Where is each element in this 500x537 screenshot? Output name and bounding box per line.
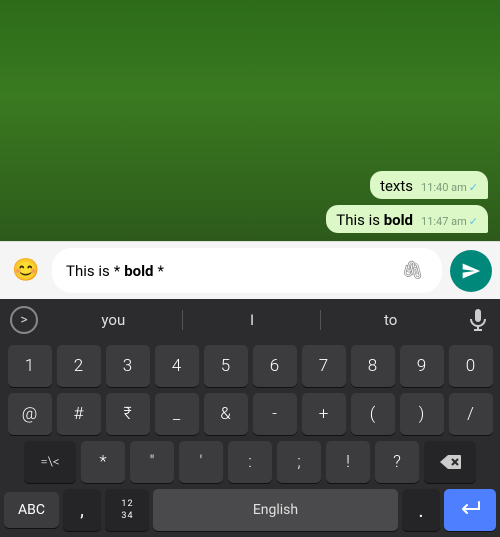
- backspace-icon: [439, 454, 461, 470]
- comma-button[interactable]: ,: [63, 489, 101, 531]
- chevron-button[interactable]: >: [4, 299, 44, 341]
- keyboard-bottom: ABC , 12 34 English .: [0, 485, 500, 537]
- key-2[interactable]: 2: [57, 345, 101, 387]
- key-7[interactable]: 7: [302, 345, 346, 387]
- key-apostrophe[interactable]: ': [179, 441, 223, 483]
- input-asterisk2: *: [158, 262, 164, 280]
- key-underscore[interactable]: _: [155, 393, 199, 435]
- emoji-button[interactable]: 😊: [8, 253, 44, 289]
- period-button[interactable]: .: [402, 489, 440, 531]
- mic-icon: [469, 309, 487, 331]
- key-9[interactable]: 9: [400, 345, 444, 387]
- abc-button[interactable]: ABC: [4, 492, 59, 528]
- chat-bubble-1: texts 11:40 am ✓: [370, 171, 488, 199]
- bubble2-text: This is bold: [336, 211, 413, 229]
- key-4[interactable]: 4: [155, 345, 199, 387]
- key-equals-backslash[interactable]: =\<: [24, 441, 76, 483]
- send-button[interactable]: [450, 250, 492, 292]
- suggestion-i[interactable]: I: [183, 303, 322, 337]
- send-icon: [461, 261, 481, 281]
- chat-bubble-2: This is bold 11:47 am ✓: [326, 205, 488, 233]
- key-plus[interactable]: +: [302, 393, 346, 435]
- key-5[interactable]: 5: [204, 345, 248, 387]
- key-rparen[interactable]: ): [400, 393, 444, 435]
- key-0[interactable]: 0: [449, 345, 493, 387]
- number-row: 1 2 3 4 5 6 7 8 9 0: [2, 345, 498, 387]
- key-minus[interactable]: -: [253, 393, 297, 435]
- suggestion-you[interactable]: you: [44, 303, 183, 337]
- symbol-row2: =\< * " ' : ; ! ?: [2, 441, 498, 483]
- input-text: This is: [66, 262, 110, 280]
- chevron-circle: >: [10, 306, 38, 334]
- suggestion-to[interactable]: to: [321, 303, 460, 337]
- backspace-button[interactable]: [424, 441, 476, 483]
- bubble2-bold: bold: [384, 211, 413, 229]
- key-lparen[interactable]: (: [351, 393, 395, 435]
- bubble2-check: ✓: [469, 215, 478, 228]
- suggestions-row: > you I to: [0, 299, 500, 341]
- input-area: 😊 This is *bold* 🖇: [0, 241, 500, 299]
- key-colon[interactable]: :: [228, 441, 272, 483]
- key-3[interactable]: 3: [106, 345, 150, 387]
- symbol-row1: @ # ₹ _ & - + ( ) /: [2, 393, 498, 435]
- enter-button[interactable]: [444, 489, 496, 531]
- key-8[interactable]: 8: [351, 345, 395, 387]
- key-hash[interactable]: #: [57, 393, 101, 435]
- bubble1-time: 11:40 am ✓: [421, 181, 478, 194]
- key-1[interactable]: 1: [8, 345, 52, 387]
- enter-icon: [459, 501, 481, 519]
- num-grid-button[interactable]: 12 34: [105, 489, 149, 531]
- key-slash[interactable]: /: [449, 393, 493, 435]
- bubble1-text: texts: [380, 177, 413, 195]
- attach-button[interactable]: 🖇: [397, 256, 428, 285]
- key-quote[interactable]: ": [130, 441, 174, 483]
- bubble2-time: 11:47 am ✓: [421, 215, 478, 228]
- key-ampersand[interactable]: &: [204, 393, 248, 435]
- keyboard: 1 2 3 4 5 6 7 8 9 0 @ # ₹ _ & - + ( ) / …: [0, 341, 500, 485]
- key-at[interactable]: @: [8, 393, 52, 435]
- num-grid-icon: 12 34: [121, 499, 132, 522]
- language-button[interactable]: English: [153, 489, 398, 531]
- chat-area: texts 11:40 am ✓ This is bold 11:47 am ✓: [0, 0, 500, 241]
- key-asterisk[interactable]: *: [81, 441, 125, 483]
- key-exclamation[interactable]: !: [326, 441, 370, 483]
- suggestion-items: you I to: [44, 303, 460, 337]
- key-6[interactable]: 6: [253, 345, 297, 387]
- key-rupee[interactable]: ₹: [106, 393, 150, 435]
- bubble1-check: ✓: [469, 181, 478, 194]
- key-question[interactable]: ?: [375, 441, 419, 483]
- input-asterisk1: *: [114, 262, 120, 280]
- key-semicolon[interactable]: ;: [277, 441, 321, 483]
- mic-button[interactable]: [460, 299, 496, 341]
- input-bold: bold: [124, 262, 153, 280]
